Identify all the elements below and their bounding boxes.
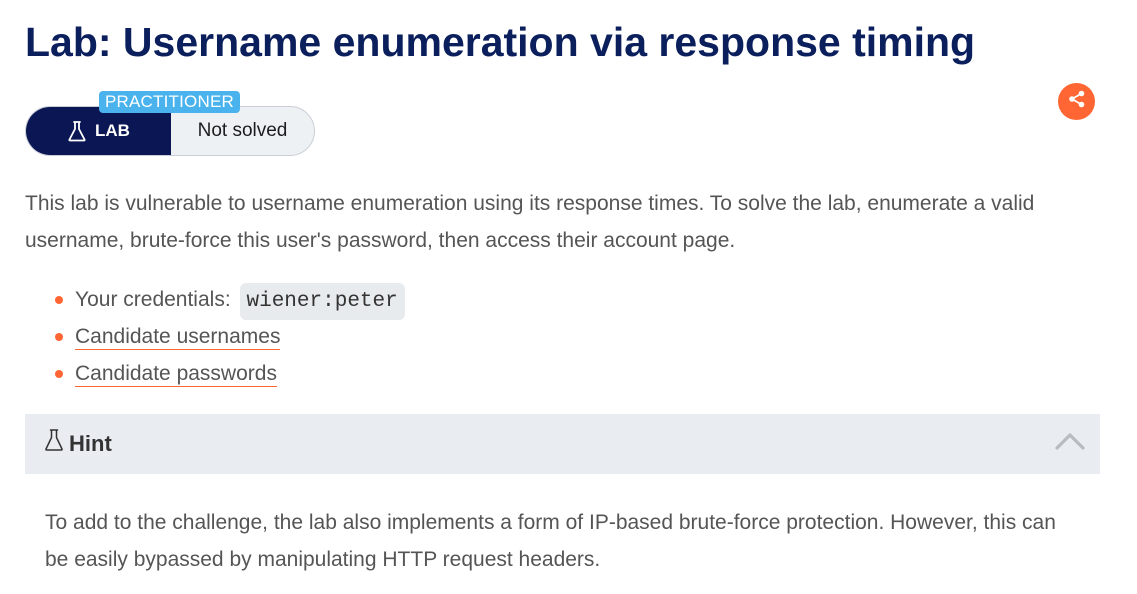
flask-icon [44, 428, 64, 457]
credentials-label: Your credentials: [75, 288, 231, 311]
candidate-usernames-link[interactable]: Candidate usernames [75, 325, 281, 350]
credentials-value: wiener:peter [239, 283, 405, 320]
lab-badge: LAB Not solved [25, 106, 315, 156]
chevron-up-icon[interactable] [1055, 432, 1085, 455]
lab-type-label: LAB [26, 107, 171, 155]
flask-icon [67, 120, 87, 142]
share-icon [1067, 89, 1087, 114]
hint-title: Hint [69, 431, 112, 456]
list-item: Candidate passwords [25, 355, 405, 392]
level-tag: PRACTITIONER [99, 91, 240, 113]
list-item: Candidate usernames [25, 318, 405, 355]
page-title: Lab: Username enumeration via response t… [25, 19, 976, 65]
lab-status: Not solved [197, 120, 288, 141]
bullet-icon [55, 370, 63, 378]
hint-body: To add to the challenge, the lab also im… [45, 511, 1056, 571]
list-item: Your credentials: wiener:peter [25, 281, 405, 320]
bullet-icon [55, 333, 63, 341]
candidate-passwords-link[interactable]: Candidate passwords [75, 362, 277, 387]
info-list: Your credentials: wiener:peter Candidate… [25, 281, 405, 392]
hint-toggle[interactable]: Hint [25, 414, 1100, 474]
share-button[interactable] [1058, 83, 1095, 120]
bullet-icon [55, 296, 63, 304]
lab-type-text: LAB [95, 121, 130, 140]
lab-description: This lab is vulnerable to username enume… [25, 192, 1035, 252]
